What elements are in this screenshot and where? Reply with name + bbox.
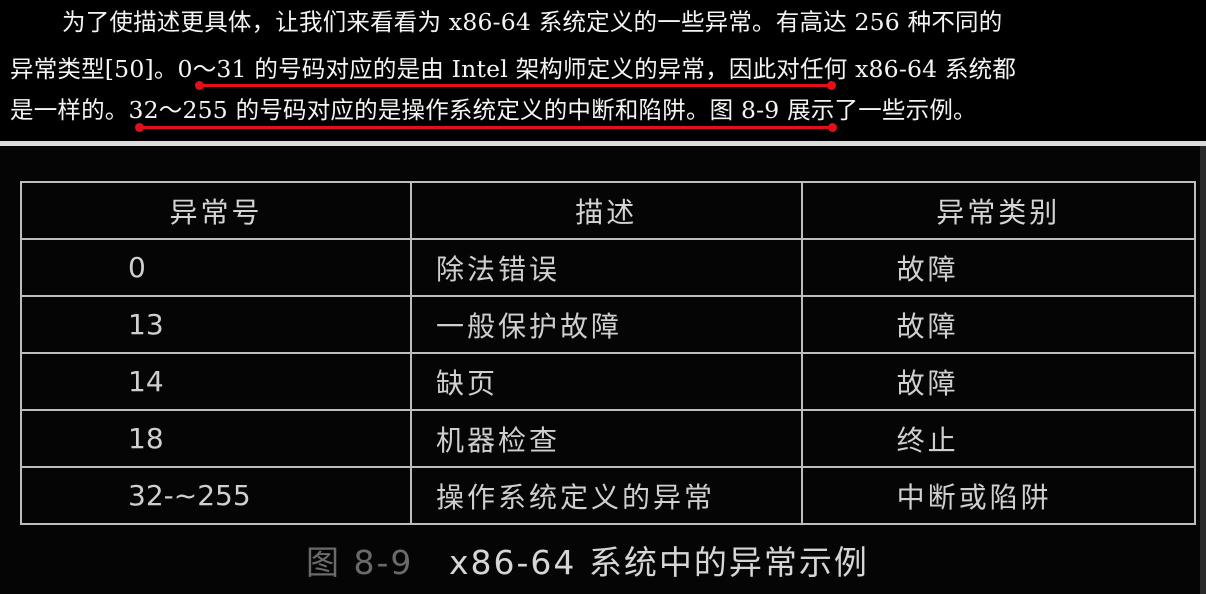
table-row: 0 除法错误 故障 (20, 238, 1197, 297)
table-row: 14 缺页 故障 (20, 352, 1197, 411)
cell-exception-class: 终止 (800, 409, 1197, 468)
cell-exception-class: 故障 (800, 238, 1197, 297)
highlighted-text-os-interrupts: 32～255 的号码对应的是操作系统定义的中断和陷阱 (128, 96, 686, 124)
table-row: 18 机器检查 终止 (20, 409, 1197, 468)
figure-caption-label: 图 8-9 (306, 543, 414, 582)
table-row: 13 一般保护故障 故障 (20, 295, 1197, 354)
paragraph-line-2: 异常类型[50]。0～31 的号码对应的是由 Intel 架构师定义的异常，因此… (10, 51, 1016, 87)
cell-exception-number: 14 (20, 352, 412, 411)
paragraph-line-1: 为了使描述更具体，让我们来看看为 x86-64 系统定义的一些异常。有高达 25… (62, 4, 1002, 40)
paragraph-line-3-start: 是一样的。 (10, 96, 129, 124)
cell-description: 缺页 (409, 352, 803, 411)
book-paragraph: 为了使描述更具体，让我们来看看为 x86-64 系统定义的一些异常。有高达 25… (0, 0, 1206, 141)
cell-description: 一般保护故障 (409, 295, 803, 354)
paragraph-line-1-text: 为了使描述更具体，让我们来看看为 x86-64 系统定义的一些异常。有高达 25… (62, 8, 1003, 36)
table-header-row: 异常号 描述 异常类别 (20, 181, 1197, 240)
red-underline-annotation-1 (195, 81, 836, 90)
cell-exception-class: 故障 (800, 295, 1197, 354)
cell-exception-number: 32-~255 (20, 466, 412, 525)
cell-exception-class: 中断或陷阱 (800, 466, 1197, 525)
cell-description: 机器检查 (409, 409, 803, 468)
cell-exception-number: 18 (20, 409, 412, 468)
table-row: 32-~255 操作系统定义的异常 中断或陷阱 (20, 466, 1197, 525)
figure-caption: 图 8-9 x86-64 系统中的异常示例 (0, 538, 1206, 588)
header-exception-class: 异常类别 (800, 181, 1197, 240)
cell-exception-number: 13 (20, 295, 412, 354)
cell-exception-class: 故障 (800, 352, 1197, 411)
cell-description: 操作系统定义的异常 (409, 466, 803, 525)
cell-exception-number: 0 (20, 238, 412, 297)
paragraph-line-2-end: ，因此对任何 x86-64 系统都 (705, 55, 1017, 83)
cell-description: 除法错误 (409, 238, 803, 297)
paragraph-line-3-end: 。图 8-9 展示了一些示例。 (685, 96, 977, 124)
exception-table: 异常号 描述 异常类别 0 除法错误 故障 13 一般保护故障 故障 14 缺页… (20, 181, 1197, 525)
header-exception-number: 异常号 (20, 181, 412, 240)
red-underline-annotation-2 (135, 123, 837, 132)
figure-8-9: 异常号 描述 异常类别 0 除法错误 故障 13 一般保护故障 故障 14 缺页… (0, 146, 1206, 594)
highlighted-text-intel-exceptions: 0～31 的号码对应的是由 Intel 架构师定义的异常 (177, 55, 706, 83)
figure-caption-text: x86-64 系统中的异常示例 (449, 543, 869, 582)
header-description: 描述 (409, 181, 803, 240)
paragraph-line-2-start: 异常类型[50]。 (10, 55, 178, 83)
